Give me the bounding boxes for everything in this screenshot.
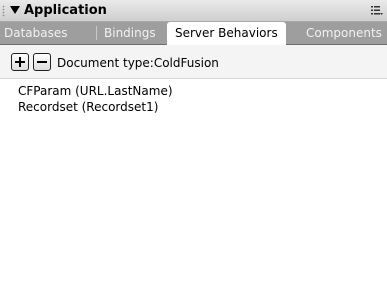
tab-server-behaviors[interactable]: Server Behaviors	[167, 22, 286, 45]
minus-icon	[37, 61, 47, 63]
remove-behavior-button[interactable]	[33, 53, 51, 71]
panel-title[interactable]: Application	[24, 3, 107, 18]
behavior-item-recordset[interactable]: Recordset (Recordset1)	[18, 100, 158, 114]
document-type-label: Document type:ColdFusion	[57, 56, 219, 70]
panel-options-menu-icon[interactable]	[371, 5, 383, 16]
add-behavior-button[interactable]	[11, 53, 29, 71]
tab-components[interactable]: Components	[306, 22, 382, 44]
drag-grip-icon[interactable]	[2, 5, 5, 17]
tab-bar: Databases Bindings Server Behaviors Comp…	[0, 22, 387, 45]
tab-databases[interactable]: Databases	[4, 22, 68, 44]
behavior-item-cfparam[interactable]: CFParam (URL.LastName)	[18, 84, 173, 98]
panel-titlebar[interactable]: Application	[0, 0, 387, 22]
collapse-triangle-icon[interactable]	[10, 6, 20, 14]
tab-divider	[96, 26, 97, 40]
server-behaviors-list: CFParam (URL.LastName) Recordset (Record…	[0, 79, 387, 295]
server-behaviors-toolbar: Document type:ColdFusion	[0, 45, 387, 79]
tab-bindings[interactable]: Bindings	[104, 22, 156, 44]
